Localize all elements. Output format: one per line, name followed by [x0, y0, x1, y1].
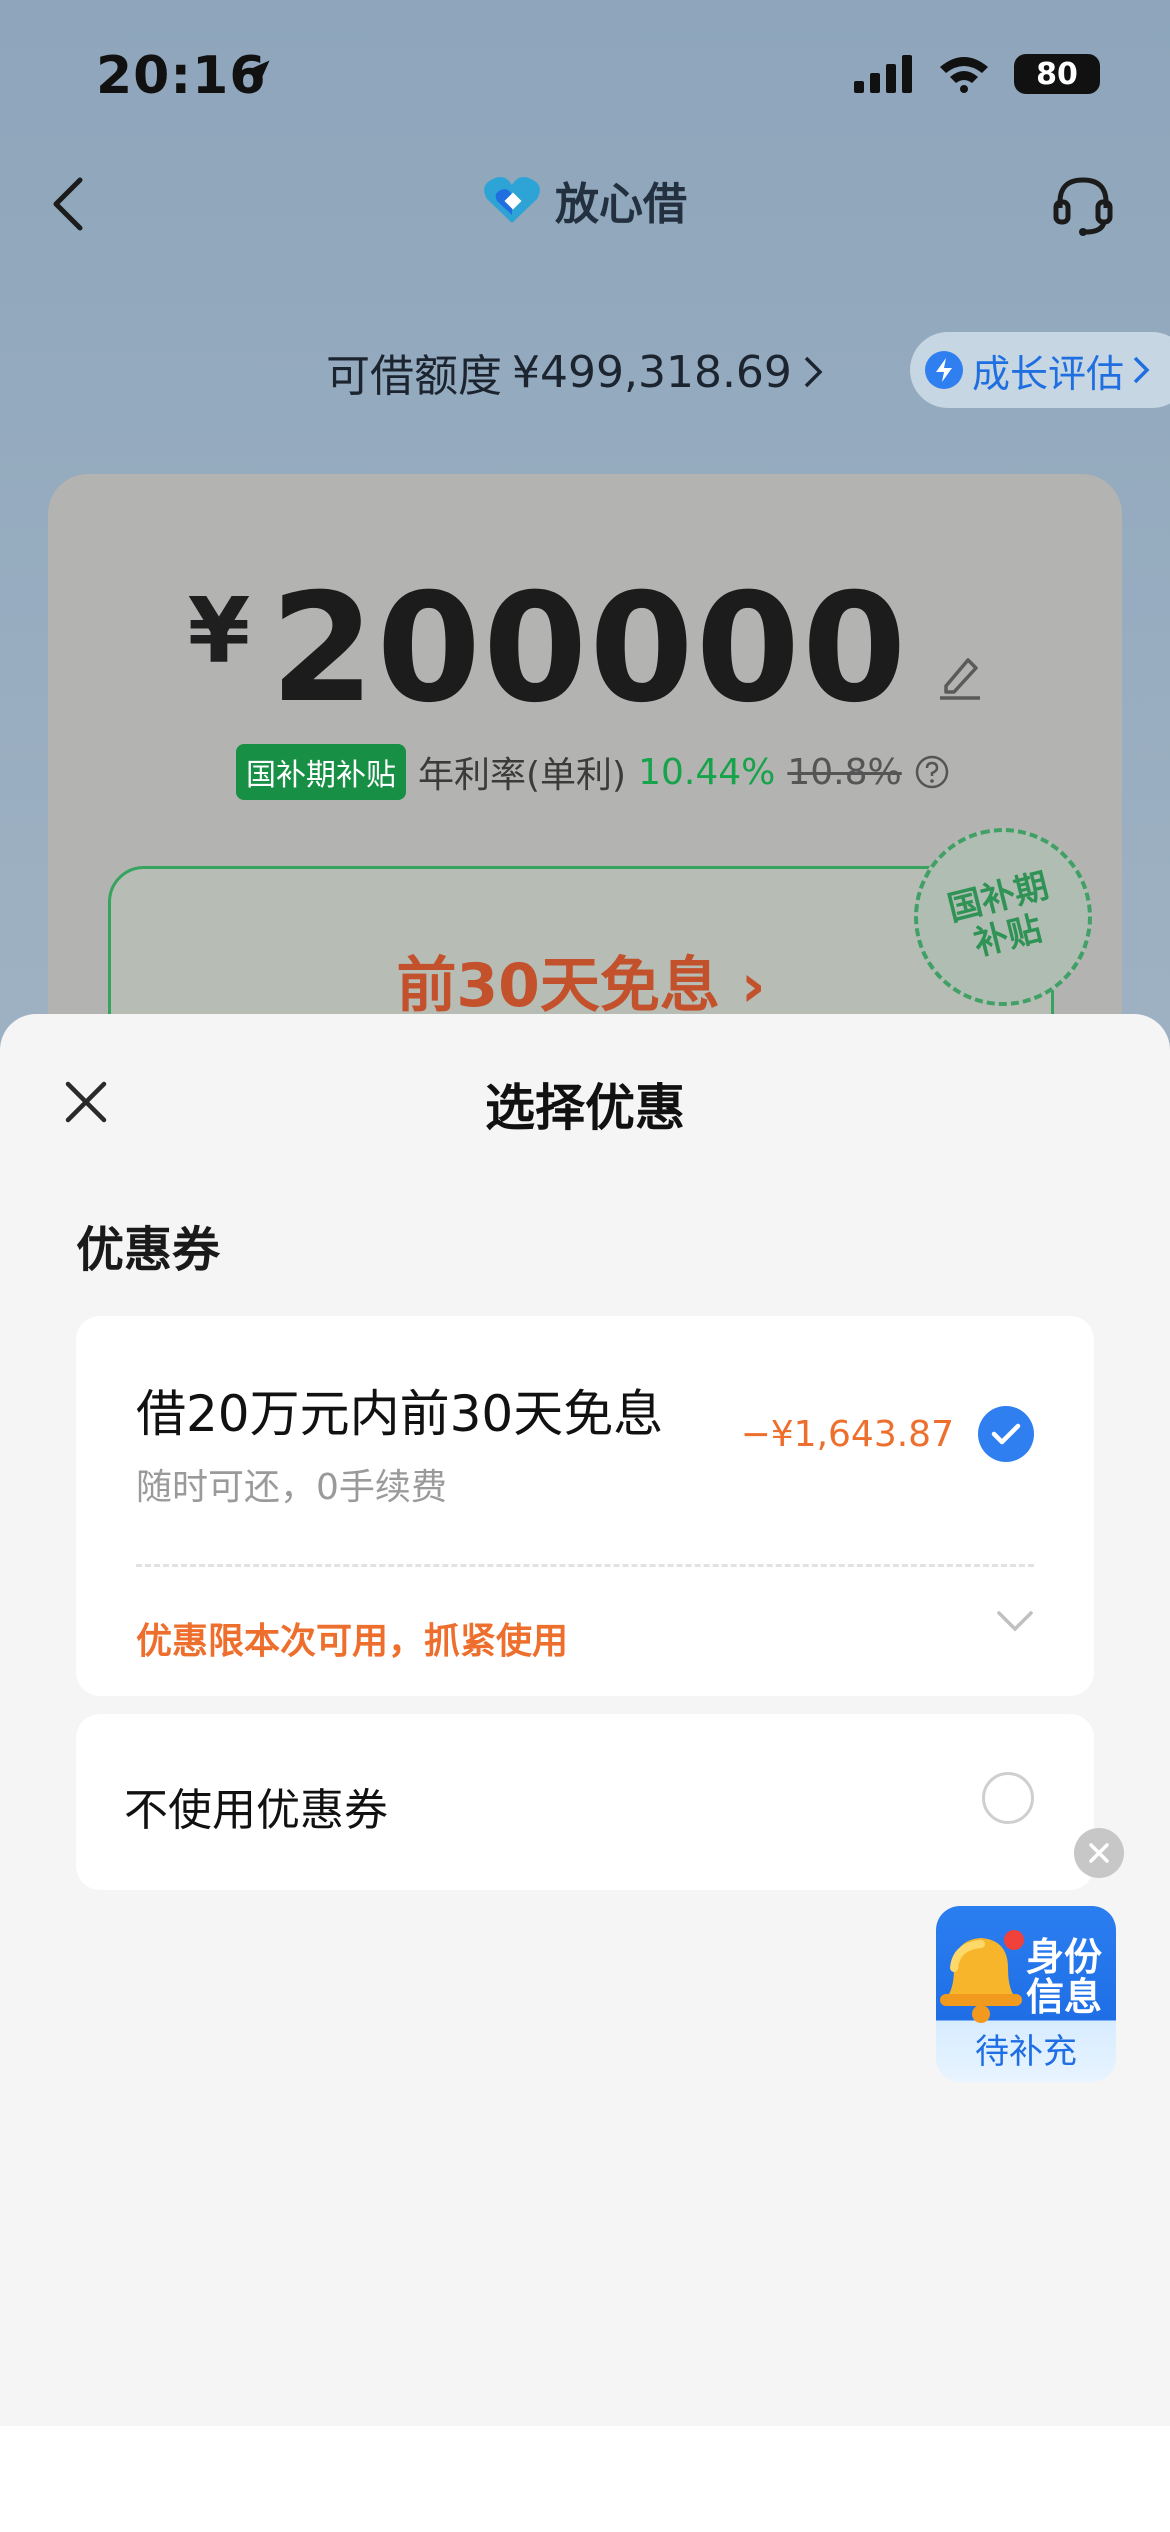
nav-title: 放心借 [0, 168, 1170, 232]
no-coupon-option[interactable]: 不使用优惠券 [76, 1714, 1094, 1890]
coupon-divider [136, 1564, 1034, 1567]
coupon-note: 优惠限本次可用，抓紧使用 [136, 1621, 569, 1662]
credit-label: 可借额度 [326, 351, 502, 402]
chevron-right-icon [804, 356, 823, 388]
currency-symbol: ¥ [187, 579, 251, 684]
edit-pencil-icon[interactable] [938, 652, 982, 700]
bottom-safe-area [0, 2426, 1170, 2532]
wifi-icon [940, 57, 988, 93]
coupon-section-title: 优惠券 [76, 1222, 221, 1278]
select-discount-sheet: 选择优惠 优惠券 借20万元内前30天免息 随时可还，0手续费 −¥1,643.… [0, 1014, 1170, 2426]
rate-discounted: 10.44% [638, 751, 776, 793]
page-title: 放心借 [555, 179, 687, 230]
coupon-card[interactable]: 借20万元内前30天免息 随时可还，0手续费 −¥1,643.87 优惠限本次可… [76, 1316, 1094, 1696]
identity-info-widget[interactable]: 身份 信息 待补充 [936, 1906, 1116, 2082]
bell-icon [940, 1930, 1024, 2023]
sheet-title: 选择优惠 [485, 1079, 685, 1137]
help-question-icon[interactable] [914, 754, 950, 790]
no-coupon-label: 不使用优惠券 [124, 1785, 388, 1836]
amount-row: ¥ 200000 [48, 574, 1122, 724]
free-interest-label: 前30天免息 [396, 951, 720, 1021]
rate-original: 10.8% [787, 751, 902, 793]
subsidy-tag: 国补期补贴 [236, 744, 406, 800]
stamp-text: 国补期补贴 [943, 865, 1053, 965]
interest-rate-row: 国补期补贴 年利率(单利) 10.44% 10.8% [236, 744, 950, 800]
growth-evaluation-button[interactable]: 成长评估 [910, 332, 1170, 408]
chevron-right-icon [1133, 356, 1150, 384]
free-interest-text: 前30天免息 › [396, 951, 766, 1021]
coupon-title: 借20万元内前30天免息 [136, 1385, 664, 1443]
growth-icon [925, 351, 963, 389]
status-indicators: 80 [854, 54, 1100, 94]
credit-amount: ¥499,318.69 [512, 346, 792, 398]
coupon-selected-checkbox[interactable] [978, 1406, 1034, 1462]
growth-label: 成长评估 [972, 351, 1125, 396]
coupon-discount-amount: −¥1,643.87 [740, 1414, 954, 1455]
loan-amount[interactable]: 200000 [270, 574, 908, 724]
coupon-subtitle: 随时可还，0手续费 [136, 1467, 447, 1508]
widget-text-line2: 信息 [1025, 1975, 1102, 2019]
no-coupon-radio[interactable] [982, 1772, 1034, 1824]
signal-icon [854, 55, 912, 93]
battery-indicator: 80 [1014, 54, 1100, 94]
app-logo-icon [484, 177, 540, 223]
widget-action-label: 待补充 [975, 2032, 1077, 2072]
available-credit[interactable]: 可借额度 ¥499,318.69 [326, 340, 824, 404]
floating-widget-close-button[interactable] [1074, 1828, 1124, 1878]
checkmark-icon [991, 1423, 1021, 1445]
rate-label: 年利率(单利) [418, 755, 627, 796]
location-arrow-icon [242, 60, 270, 88]
close-icon [1089, 1843, 1109, 1863]
chevron-down-icon[interactable] [996, 1608, 1034, 1634]
customer-service-icon[interactable] [1050, 172, 1116, 238]
